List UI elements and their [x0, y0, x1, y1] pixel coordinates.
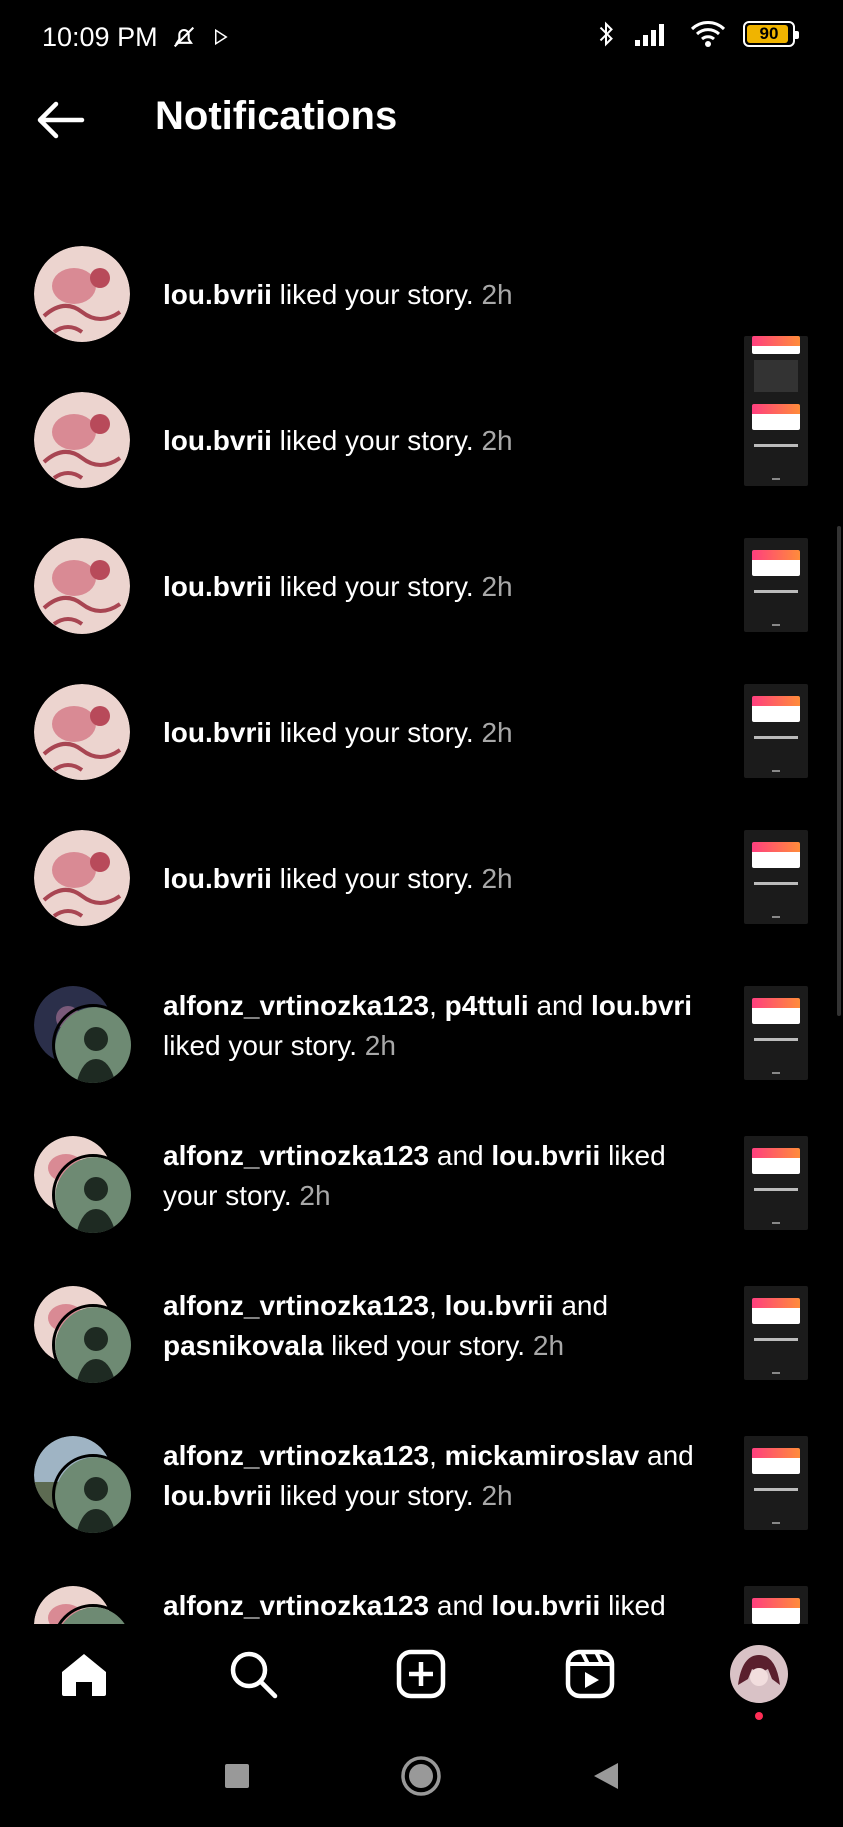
- username[interactable]: lou.bvrii: [163, 279, 272, 310]
- notification-text: alfonz_vrtinozka123 and lou.bvrii liked …: [163, 1140, 666, 1211]
- notification-text: alfonz_vrtinozka123 and lou.bvrii liked: [163, 1590, 666, 1621]
- list-item-partial-top[interactable]: [0, 166, 843, 212]
- username[interactable]: lou.bvri: [591, 990, 692, 1021]
- status-bar: 10:09 PM 90: [0, 0, 843, 74]
- avatar[interactable]: [34, 830, 130, 926]
- story-thumbnail[interactable]: [744, 1586, 808, 1624]
- story-thumbnail[interactable]: [744, 684, 808, 778]
- home-icon: [62, 1654, 107, 1696]
- username[interactable]: lou.bvrii: [491, 1590, 600, 1621]
- bottom-nav: [0, 1624, 843, 1724]
- nav-home[interactable]: [44, 1634, 124, 1714]
- notification-time: 2h: [532, 1330, 565, 1361]
- reels-icon: [565, 1649, 615, 1699]
- system-nav: [0, 1724, 843, 1827]
- profile-avatar: [729, 1645, 788, 1703]
- notification-time: 2h: [481, 717, 513, 748]
- username[interactable]: lou.bvrii: [163, 425, 272, 456]
- nav-profile[interactable]: [719, 1634, 799, 1720]
- notification-text: lou.bvrii liked your story. 2h: [163, 425, 513, 456]
- avatar[interactable]: [52, 1454, 134, 1536]
- avatar[interactable]: [52, 1304, 134, 1386]
- username[interactable]: lou.bvrii: [163, 1480, 272, 1511]
- notification-text: lou.bvrii liked your story. 2h: [163, 717, 513, 748]
- header: Notifications: [0, 74, 843, 166]
- avatar[interactable]: [34, 538, 130, 634]
- bluetooth-icon: [599, 21, 613, 47]
- create-icon: [397, 1649, 446, 1699]
- avatar[interactable]: [34, 392, 130, 488]
- username[interactable]: p4ttuli: [445, 990, 529, 1021]
- notification-time: 2h: [481, 1480, 513, 1511]
- avatar[interactable]: [34, 246, 130, 342]
- story-thumbnail[interactable]: [744, 538, 808, 632]
- username[interactable]: lou.bvrii: [163, 863, 272, 894]
- notification-time: 2h: [364, 1030, 396, 1061]
- nav-search[interactable]: [213, 1634, 293, 1714]
- list-item[interactable]: lou.bvrii liked your story. 2h: [0, 830, 843, 976]
- home-circle-icon[interactable]: [400, 1755, 442, 1797]
- list-item[interactable]: lou.bvrii liked your story. 2h: [0, 392, 843, 538]
- list-item[interactable]: lou.bvrii liked your story. 2h: [0, 246, 843, 430]
- list-item[interactable]: alfonz_vrtinozka123 and lou.bvrii liked …: [0, 1136, 843, 1282]
- avatar[interactable]: [52, 1004, 134, 1086]
- nav-reels[interactable]: [550, 1634, 630, 1714]
- list-item[interactable]: alfonz_vrtinozka123, lou.bvrii and pasni…: [0, 1286, 843, 1432]
- username[interactable]: alfonz_vrtinozka123: [163, 1440, 429, 1471]
- back-triangle-icon[interactable]: [592, 1761, 620, 1791]
- list-item[interactable]: lou.bvrii liked your story. 2h: [0, 684, 843, 830]
- story-thumbnail[interactable]: [744, 986, 808, 1080]
- wifi-icon: [690, 21, 726, 47]
- list-item[interactable]: alfonz_vrtinozka123, p4ttuli and lou.bvr…: [0, 986, 843, 1132]
- story-thumbnail[interactable]: [744, 1286, 808, 1380]
- avatar[interactable]: [52, 1154, 134, 1236]
- story-thumbnail[interactable]: [744, 830, 808, 924]
- notification-text: alfonz_vrtinozka123, mickamiroslav and l…: [163, 1440, 694, 1511]
- status-time: 10:09 PM: [42, 21, 158, 52]
- recents-square-icon[interactable]: [224, 1763, 250, 1789]
- notification-time: 2h: [481, 279, 513, 310]
- story-thumbnail[interactable]: [744, 1436, 808, 1530]
- username[interactable]: alfonz_vrtinozka123: [163, 990, 429, 1021]
- signal-icon: [635, 24, 664, 46]
- notification-time: 2h: [299, 1180, 331, 1211]
- mute-bell-icon: [173, 26, 194, 48]
- story-thumbnail[interactable]: [744, 1136, 808, 1230]
- scrollbar[interactable]: [837, 526, 841, 1016]
- notification-text: lou.bvrii liked your story. 2h: [163, 863, 513, 894]
- username[interactable]: alfonz_vrtinozka123: [163, 1140, 429, 1171]
- notification-text: alfonz_vrtinozka123, p4ttuli and lou.bvr…: [163, 990, 693, 1061]
- notification-text: lou.bvrii liked your story. 2h: [163, 279, 513, 310]
- notification-time: 2h: [481, 425, 513, 456]
- notification-list[interactable]: lou.bvrii liked your story. 2h lou.bvrii…: [0, 166, 843, 1624]
- username[interactable]: lou.bvrii: [445, 1290, 554, 1321]
- username[interactable]: lou.bvrii: [491, 1140, 600, 1171]
- username[interactable]: lou.bvrii: [163, 717, 272, 748]
- list-item[interactable]: alfonz_vrtinozka123, mickamiroslav and l…: [0, 1436, 843, 1582]
- username[interactable]: alfonz_vrtinozka123: [163, 1590, 429, 1621]
- notification-time: 2h: [481, 863, 513, 894]
- page-title: Notifications: [155, 94, 398, 138]
- battery-level: 90: [759, 24, 779, 43]
- username[interactable]: pasnikovala: [163, 1330, 323, 1361]
- story-thumbnail[interactable]: [744, 392, 808, 486]
- avatar[interactable]: [34, 684, 130, 780]
- nav-create[interactable]: [381, 1634, 461, 1714]
- notification-dot: [754, 1712, 763, 1720]
- back-button[interactable]: [28, 92, 92, 148]
- username[interactable]: lou.bvrii: [163, 571, 272, 602]
- notification-text: alfonz_vrtinozka123, lou.bvrii and pasni…: [163, 1290, 609, 1361]
- username[interactable]: alfonz_vrtinozka123: [163, 1290, 429, 1321]
- search-icon: [230, 1651, 278, 1699]
- battery-icon: 90: [743, 21, 799, 47]
- list-item[interactable]: alfonz_vrtinozka123 and lou.bvrii liked: [0, 1586, 843, 1624]
- notification-time: 2h: [481, 571, 513, 602]
- username[interactable]: mickamiroslav: [445, 1440, 640, 1471]
- arrow-left-icon: [37, 101, 85, 139]
- list-item[interactable]: lou.bvrii liked your story. 2h: [0, 538, 843, 684]
- notification-text: lou.bvrii liked your story. 2h: [163, 571, 513, 602]
- play-store-icon: [214, 28, 228, 46]
